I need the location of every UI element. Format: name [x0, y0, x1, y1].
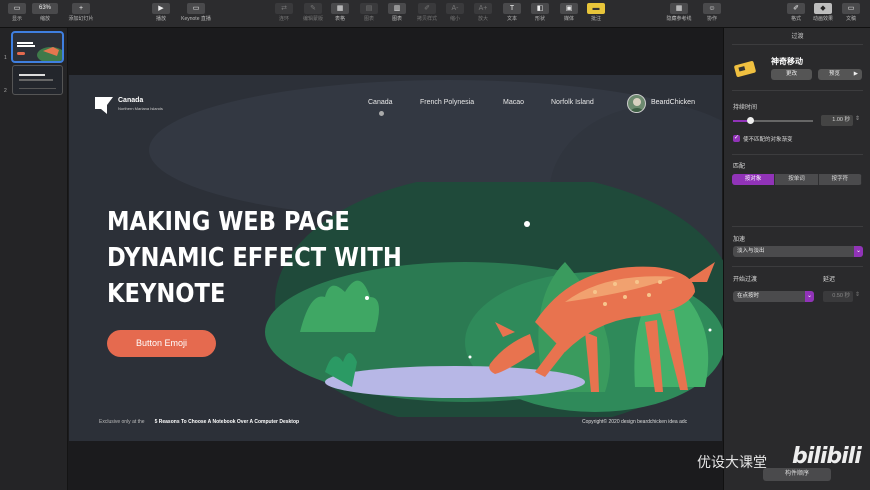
fade-checkbox-label: 使不匹配的对象渐变: [743, 137, 793, 143]
match-segmented-control: 按对象 按单词 按字符: [732, 174, 862, 185]
slide-thumbnail-2[interactable]: [12, 65, 63, 95]
nav-link-macao[interactable]: Macao: [503, 99, 524, 106]
copy-style-icon: ✐: [418, 3, 436, 14]
play-button[interactable]: ▶ 播放: [144, 3, 178, 22]
loop-icon: ⇄: [275, 3, 293, 14]
acceleration-select[interactable]: 淡入与淡出 ⌄: [733, 246, 863, 257]
slide-number-2: 2: [4, 88, 7, 94]
duration-field[interactable]: 1.00 秒: [821, 115, 853, 126]
document-button[interactable]: ▭ 文稿: [834, 3, 868, 22]
play-icon: ▶: [853, 71, 858, 77]
nav-link-norfolk-island[interactable]: Norfolk Island: [551, 99, 594, 106]
mask-icon: ✎: [304, 3, 322, 14]
live-icon: ▭: [187, 3, 205, 14]
match-label: 匹配: [733, 164, 746, 170]
match-option-by-word[interactable]: 按单词: [775, 174, 819, 185]
slide-navigator: [0, 28, 68, 490]
footer-left-text: Exclusive only at the: [99, 419, 145, 425]
chevron-down-icon: ⌄: [805, 291, 814, 302]
delay-label: 延迟: [823, 277, 836, 283]
delay-field[interactable]: 0.50 秒: [823, 291, 853, 302]
animate-icon: ◆: [814, 3, 832, 14]
chart-button[interactable]: ▥ 图表: [380, 3, 414, 22]
footer-left: Exclusive only at the 5 Reasons To Choose…: [99, 419, 299, 425]
bilibili-logo: bilibili: [792, 444, 862, 469]
duration-label: 持续时间: [733, 105, 758, 111]
match-option-by-char[interactable]: 按字符: [819, 174, 862, 185]
effect-name: 神奇移动: [771, 57, 803, 66]
divider: [732, 226, 863, 227]
headline-line-3: KEYNOTE: [107, 279, 226, 309]
headline-line-1: MAKING WEB PAGE: [107, 207, 350, 237]
build-order-button[interactable]: 构件顺序: [763, 468, 831, 481]
cta-button[interactable]: Button Emoji: [107, 330, 216, 357]
brand-logo-icon: [95, 97, 113, 114]
preview-button[interactable]: 预览 ▶: [818, 69, 862, 80]
toolbar: ▭ 显示 63% 缩放 + 添加幻灯片 ▶ 播放 ▭ Keynote 直播 ⇄ 连环 ✎ 编辑…: [0, 0, 870, 28]
animate-inspector: 过渡 神奇移动 更改 预览 ▶ 持续时间 1.00 秒 ⇕ ✓ 使不匹配的对象渐变…: [723, 28, 870, 490]
nav-active-indicator: [379, 111, 384, 116]
slide-thumbnail-art: [13, 66, 62, 94]
brand-subtitle: Northern Mariana Islands: [118, 106, 163, 111]
stepper-icon[interactable]: ⇕: [855, 291, 860, 298]
comment-button[interactable]: ▬ 批注: [579, 3, 613, 22]
shrink-icon: A-: [446, 3, 464, 14]
media-icon: ▣: [560, 3, 578, 14]
view-icon: ▭: [8, 3, 26, 14]
nav-link-french-polynesia[interactable]: French Polynesia: [420, 99, 474, 106]
divider: [732, 44, 863, 45]
shape-icon: ◧: [531, 3, 549, 14]
footer-link[interactable]: 5 Reasons To Choose A Notebook Over A Co…: [155, 419, 299, 425]
guides-icon: ▦: [670, 3, 688, 14]
avatar[interactable]: [627, 94, 646, 113]
comment-icon: ▬: [587, 3, 605, 14]
format-icon: ✐: [787, 3, 805, 14]
collaborate-button[interactable]: ☺ 协作: [695, 3, 729, 22]
match-option-by-object[interactable]: 按对象: [732, 174, 776, 185]
zoom-select[interactable]: 63% 缩放: [28, 3, 62, 22]
start-transition-value: 在点按时: [737, 293, 760, 299]
divider: [732, 154, 863, 155]
headline-line-2: DYNAMIC EFFECT WITH: [107, 243, 402, 273]
duration-slider[interactable]: [733, 117, 813, 124]
slide-thumbnail-art: [13, 33, 62, 61]
chart-icon: ▥: [388, 3, 406, 14]
magic-move-icon: [734, 61, 756, 77]
watermark-text: 优设大课堂: [697, 455, 767, 471]
chevron-down-icon: ⌄: [854, 246, 863, 257]
start-transition-label: 开始过渡: [733, 277, 758, 283]
nav-link-canada[interactable]: Canada: [368, 99, 393, 106]
table-icon: ▦: [331, 3, 349, 14]
slide-headline: MAKING WEB PAGE DYNAMIC EFFECT WITH KEYN…: [107, 204, 402, 312]
preview-label: 预览: [829, 71, 841, 77]
brand-name: Canada: [118, 97, 144, 104]
divider: [732, 266, 863, 267]
start-transition-select[interactable]: 在点按时 ⌄: [733, 291, 814, 302]
plus-icon: +: [72, 3, 90, 14]
acceleration-label: 加速: [733, 237, 746, 243]
collab-icon: ☺: [703, 3, 721, 14]
divider: [732, 90, 863, 91]
slide-number-1: 1: [4, 55, 7, 61]
keynote-live-button[interactable]: ▭ Keynote 直播: [179, 3, 213, 22]
grow-icon: A+: [474, 3, 492, 14]
chart-icon: ▤: [360, 3, 378, 14]
slide-thumbnail-1[interactable]: [11, 31, 64, 63]
add-slide-button[interactable]: + 添加幻灯片: [64, 3, 98, 22]
hide-guides-button[interactable]: ▦ 隐藏参考线: [662, 3, 696, 22]
acceleration-value: 淡入与淡出: [737, 248, 765, 254]
fade-checkbox[interactable]: ✓: [733, 135, 740, 142]
footer-copyright: Copyright© 2020 design beardchicken idea…: [582, 419, 688, 425]
text-icon: T: [503, 3, 521, 14]
play-icon: ▶: [152, 3, 170, 14]
stepper-icon[interactable]: ⇕: [855, 115, 860, 122]
panel-title: 过渡: [791, 34, 804, 40]
username: BeardChicken: [651, 99, 695, 106]
change-button[interactable]: 更改: [771, 69, 812, 80]
document-icon: ▭: [842, 3, 860, 14]
slider-knob[interactable]: [747, 117, 754, 124]
